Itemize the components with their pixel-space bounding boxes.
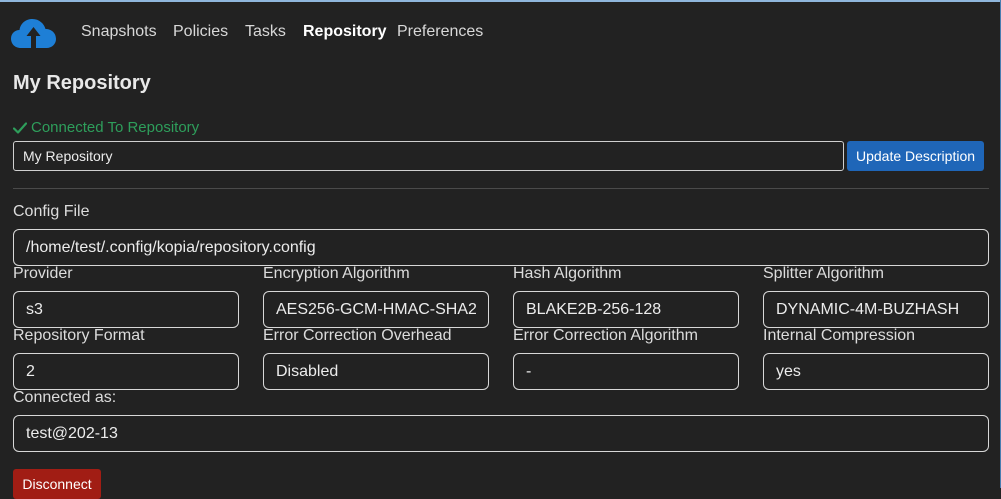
connected-as-field[interactable] (13, 415, 989, 452)
connection-status: Connected To Repository (13, 119, 199, 136)
hash-algorithm-field[interactable] (513, 291, 739, 328)
error-correction-overhead-label: Error Correction Overhead (263, 327, 452, 344)
divider (13, 188, 989, 189)
encryption-algorithm-field[interactable] (263, 291, 489, 328)
disconnect-button[interactable]: Disconnect (13, 469, 101, 499)
splitter-algorithm-label: Splitter Algorithm (763, 265, 884, 282)
error-correction-algorithm-field[interactable] (513, 353, 739, 390)
provider-field[interactable] (13, 291, 239, 328)
description-input[interactable] (13, 141, 844, 171)
nav-item-tasks[interactable]: Tasks (245, 23, 286, 41)
hash-algorithm-label: Hash Algorithm (513, 265, 622, 282)
config-file-label: Config File (13, 203, 90, 220)
splitter-algorithm-field[interactable] (763, 291, 989, 328)
error-correction-overhead-field[interactable] (263, 353, 489, 390)
repository-format-label: Repository Format (13, 327, 145, 344)
encryption-algorithm-label: Encryption Algorithm (263, 265, 410, 282)
internal-compression-field[interactable] (763, 353, 989, 390)
kopia-logo-icon[interactable] (11, 18, 57, 50)
connection-status-text: Connected To Repository (31, 119, 200, 136)
nav-item-preferences[interactable]: Preferences (397, 23, 483, 41)
error-correction-algorithm-label: Error Correction Algorithm (513, 327, 698, 344)
repository-format-field[interactable] (13, 353, 239, 390)
update-description-button[interactable]: Update Description (847, 141, 984, 171)
nav-item-policies[interactable]: Policies (173, 23, 228, 41)
config-file-field[interactable] (13, 229, 989, 266)
connected-as-label: Connected as: (13, 389, 117, 406)
provider-label: Provider (13, 265, 73, 282)
navbar: Snapshots Policies Tasks Repository Pref… (0, 2, 1001, 60)
nav-item-snapshots[interactable]: Snapshots (81, 23, 157, 41)
page-title: My Repository (13, 72, 151, 94)
check-icon (13, 121, 27, 134)
internal-compression-label: Internal Compression (763, 327, 916, 344)
nav-item-repository[interactable]: Repository (303, 23, 387, 41)
